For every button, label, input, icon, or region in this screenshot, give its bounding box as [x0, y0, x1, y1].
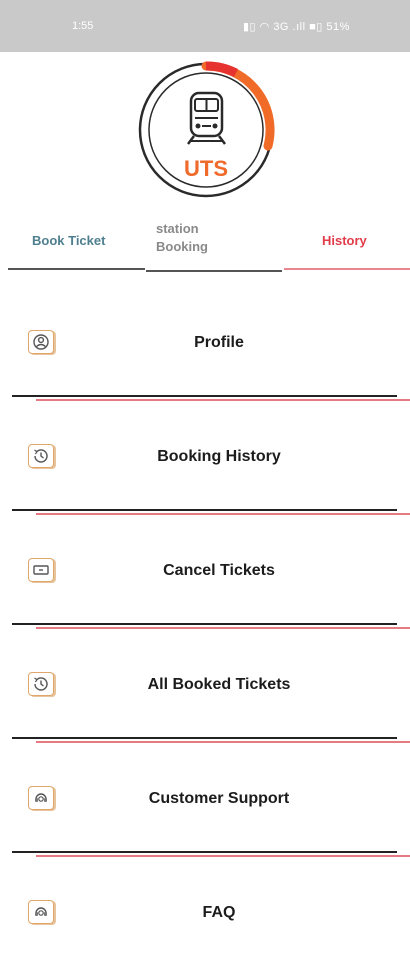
menu-item-profile[interactable]: Profile — [0, 288, 410, 402]
train-icon — [187, 91, 226, 145]
menu-item-label: Customer Support — [148, 790, 290, 807]
menu-item-label: Cancel Tickets — [163, 562, 275, 579]
tab-bar: Book Ticket station Booking History — [0, 214, 410, 274]
status-time: 1:55 — [72, 20, 94, 32]
divider — [12, 395, 397, 397]
menu-item-booking-history[interactable]: Booking History — [0, 402, 410, 516]
tab-underline-active — [284, 268, 410, 270]
divider — [12, 851, 397, 853]
tab-station-booking[interactable]: station Booking — [146, 214, 284, 272]
divider — [12, 623, 397, 625]
tab-book-ticket[interactable]: Book Ticket — [8, 214, 145, 270]
tab-underline — [8, 268, 145, 270]
tab-underline — [146, 270, 282, 272]
tab-label: station Booking — [156, 221, 208, 254]
menu-item-label: All Booked Tickets — [147, 676, 291, 693]
tab-label: Book Ticket — [32, 233, 106, 248]
divider-accent — [36, 399, 410, 401]
divider-accent — [36, 741, 410, 743]
logo-text: UTS — [184, 156, 228, 181]
menu-item-faq[interactable]: FAQ — [0, 858, 410, 972]
menu-item-label: Profile — [194, 334, 244, 351]
history-menu: Profile Booking History Cancel Tickets A… — [0, 288, 410, 972]
divider-accent — [36, 513, 410, 515]
status-bar: 1:55 ▮▯ ◠ 3G .ıll ■▯ 51% — [0, 0, 410, 52]
uts-logo: UTS — [136, 60, 276, 200]
menu-item-all-booked-tickets[interactable]: All Booked Tickets — [0, 630, 410, 744]
divider-accent — [36, 627, 410, 629]
menu-item-cancel-tickets[interactable]: Cancel Tickets — [0, 516, 410, 630]
menu-item-label: Booking History — [157, 448, 281, 465]
menu-item-label: FAQ — [202, 904, 236, 921]
status-icons: ▮▯ ◠ 3G .ıll ■▯ 51% — [243, 21, 350, 33]
tab-history[interactable]: History — [284, 214, 410, 270]
divider — [12, 509, 397, 511]
divider — [12, 737, 397, 739]
divider-accent — [36, 855, 410, 857]
menu-item-customer-support[interactable]: Customer Support — [0, 744, 410, 858]
tab-label: History — [322, 233, 367, 248]
